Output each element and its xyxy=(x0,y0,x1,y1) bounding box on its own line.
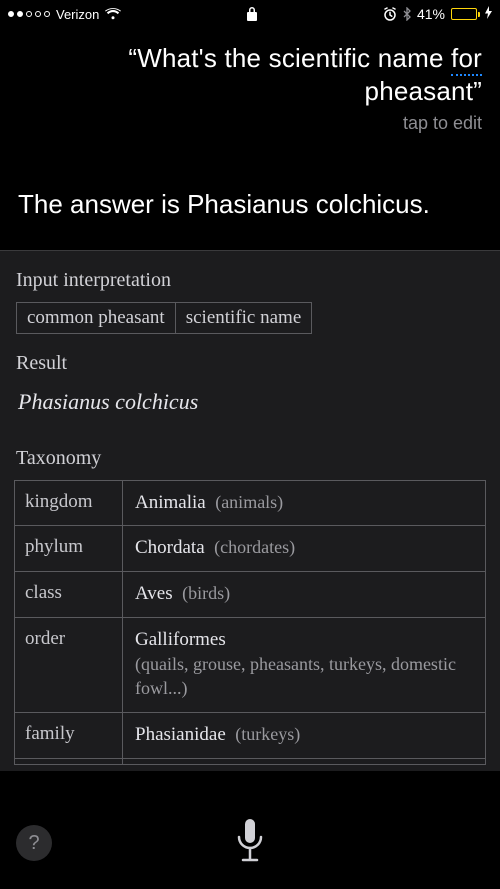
status-bar: Verizon 41% xyxy=(0,0,500,28)
taxonomy-paren: (animals) xyxy=(215,492,283,512)
microphone-button[interactable] xyxy=(235,817,265,865)
help-icon: ? xyxy=(28,832,39,855)
table-row: order Galliformes (quails, grouse, pheasa… xyxy=(15,618,485,713)
siri-bottom-bar: ? xyxy=(0,793,500,889)
input-interpretation-box: common pheasant scientific name xyxy=(0,302,500,334)
lock-icon xyxy=(247,7,257,21)
taxonomy-paren: (chordates) xyxy=(214,537,295,557)
cell-signal-dots xyxy=(8,11,50,17)
siri-answer: The answer is Phasianus colchicus. xyxy=(0,140,500,250)
taxonomy-rank: kingdom xyxy=(15,481,123,526)
wifi-icon xyxy=(105,8,121,20)
battery-percent-label: 41% xyxy=(417,6,445,22)
chip-common-pheasant: common pheasant xyxy=(17,303,175,333)
section-header-taxonomy: Taxonomy xyxy=(0,429,500,480)
taxonomy-name: Phasianidae xyxy=(135,724,226,745)
section-header-input-interpretation: Input interpretation xyxy=(0,251,500,302)
taxonomy-name: Chordata xyxy=(135,537,205,558)
close-quote: ” xyxy=(473,76,482,106)
help-button[interactable]: ? xyxy=(16,825,52,861)
taxonomy-rank: class xyxy=(15,572,123,617)
taxonomy-rank: phylum xyxy=(15,526,123,571)
taxonomy-paren: (birds) xyxy=(182,583,230,603)
table-row: class Aves (birds) xyxy=(15,572,485,618)
section-header-result: Result xyxy=(0,334,500,385)
bluetooth-icon xyxy=(403,7,411,21)
wolfram-card: Input interpretation common pheasant sci… xyxy=(0,250,500,771)
taxonomy-name: Galliformes xyxy=(135,629,226,650)
open-quote: “ xyxy=(128,43,137,73)
dictation-correction-word[interactable]: for xyxy=(451,43,482,76)
tap-to-edit-hint[interactable]: tap to edit xyxy=(18,113,482,134)
taxonomy-paren: (turkeys) xyxy=(235,724,300,744)
query-text: “What's the scientific name for pheasant… xyxy=(18,42,482,107)
battery-icon xyxy=(451,8,477,20)
siri-query[interactable]: “What's the scientific name for pheasant… xyxy=(0,28,500,140)
taxonomy-name: Aves xyxy=(135,583,173,604)
taxonomy-rank: family xyxy=(15,713,123,758)
table-row: family Phasianidae (turkeys) xyxy=(15,713,485,759)
taxonomy-paren: (quails, grouse, pheasants, turkeys, dom… xyxy=(135,654,456,699)
taxonomy-rank: order xyxy=(15,618,123,712)
result-value: Phasianus colchicus xyxy=(0,385,500,429)
charging-icon xyxy=(485,6,492,22)
table-row: kingdom Animalia (animals) xyxy=(15,481,485,527)
taxonomy-table: kingdom Animalia (animals) phylum Chorda… xyxy=(14,480,486,765)
taxonomy-name: Animalia xyxy=(135,492,206,513)
table-row xyxy=(15,759,485,765)
table-row: phylum Chordata (chordates) xyxy=(15,526,485,572)
alarm-icon xyxy=(383,7,397,21)
chip-scientific-name: scientific name xyxy=(175,303,312,333)
carrier-label: Verizon xyxy=(56,7,99,22)
